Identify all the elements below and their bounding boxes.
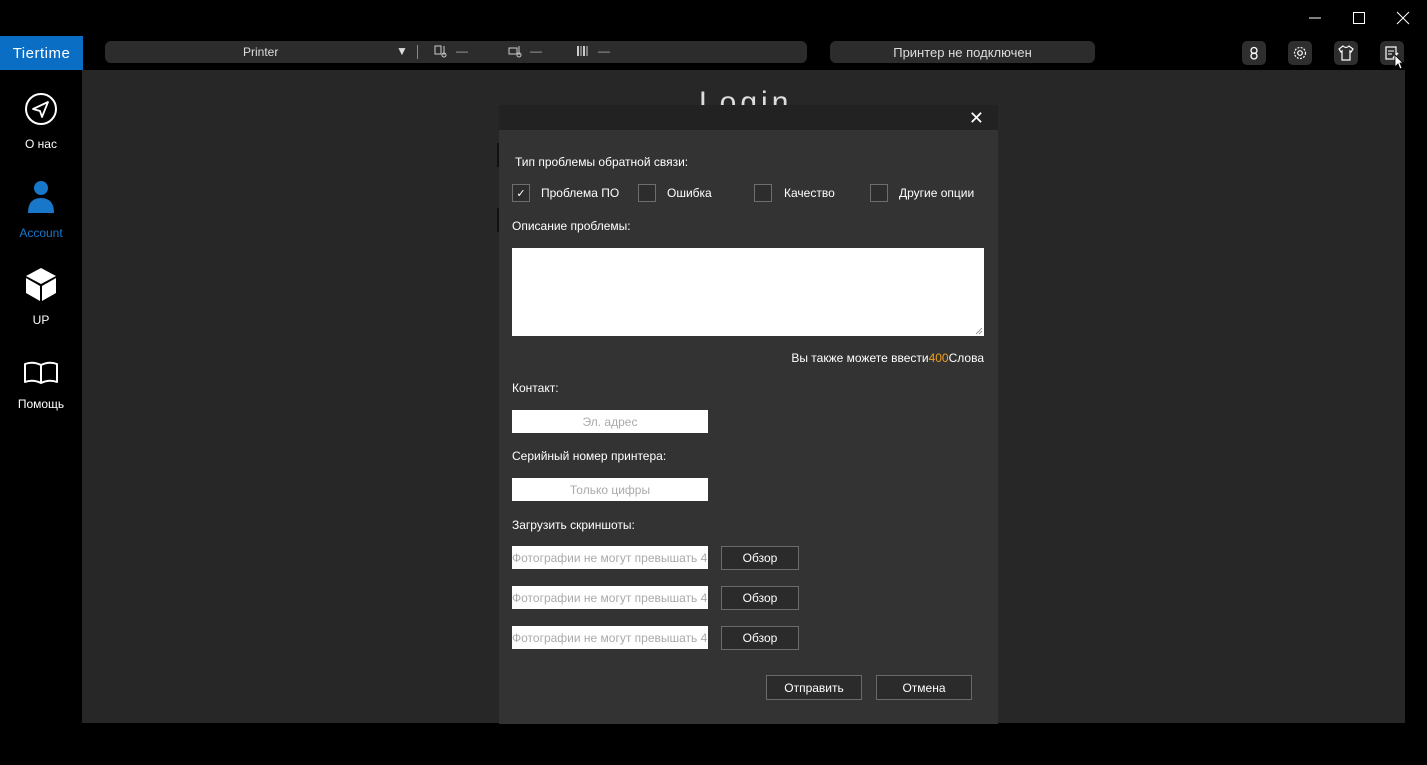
check-icon: ✓	[516, 187, 526, 200]
sidebar-item-label: Помощь	[17, 397, 65, 411]
shirt-icon	[1338, 45, 1354, 61]
printer-selector[interactable]: Printer ▼ — — —	[105, 41, 807, 63]
navigation-arrow-icon	[25, 93, 57, 125]
user-icon	[1250, 46, 1258, 60]
checkbox-label: Другие опции	[899, 186, 975, 200]
sidebar-item-up[interactable]: UP	[0, 266, 82, 327]
user-icon-button[interactable]	[1242, 41, 1266, 65]
feedback-type-label: Тип проблемы обратной связи:	[515, 155, 689, 169]
screenshot-path-field[interactable]: Фотографии не могут превышать 4М	[512, 586, 708, 609]
browse-button[interactable]: Обзор	[721, 546, 799, 570]
cube-icon	[26, 268, 56, 301]
bed-temp: —	[508, 44, 542, 58]
sidebar: О нас Account UP Помощь	[0, 70, 82, 723]
sidebar-item-label: Account	[19, 226, 63, 240]
description-label: Описание проблемы:	[512, 219, 631, 233]
checkbox-software[interactable]: ✓	[512, 184, 530, 202]
app-logo: Tiertime	[0, 36, 83, 70]
browse-button[interactable]: Обзор	[721, 586, 799, 610]
checkbox-label: Проблема ПО	[541, 186, 620, 200]
mouse-cursor-icon	[1394, 54, 1404, 70]
bed-temperature-icon	[508, 46, 522, 58]
serial-label: Серийный номер принтера:	[512, 449, 667, 463]
sidebar-item-label: О нас	[25, 137, 57, 151]
person-icon	[28, 181, 54, 213]
gear-icon	[1293, 46, 1307, 60]
chevron-down-icon[interactable]: ▼	[396, 44, 408, 58]
checkbox-other[interactable]	[870, 184, 888, 202]
skin-button[interactable]	[1334, 41, 1358, 65]
printer-status: Принтер не подключен	[830, 41, 1095, 63]
nozzle-temperature-icon	[434, 45, 447, 58]
book-icon	[24, 361, 58, 384]
sidebar-item-account[interactable]: Account	[0, 179, 82, 240]
serial-number-field[interactable]: Только цифры	[512, 478, 708, 501]
email-field[interactable]: Эл. адрес	[512, 410, 708, 433]
counter-value: 400	[928, 351, 949, 365]
checkbox-quality[interactable]	[754, 184, 772, 202]
maximize-icon[interactable]	[1345, 6, 1373, 30]
cancel-button[interactable]: Отмена	[876, 675, 972, 700]
close-icon[interactable]: ✕	[969, 108, 984, 129]
settings-button[interactable]	[1288, 41, 1312, 65]
feedback-dialog: ✕ Тип проблемы обратной связи: ✓ Проблем…	[499, 105, 998, 724]
sidebar-item-label: UP	[32, 313, 50, 327]
resize-handle-icon[interactable]	[975, 327, 983, 335]
dialog-header: ✕	[499, 105, 998, 130]
checkbox-label: Ошибка	[667, 186, 712, 200]
sidebar-item-about[interactable]: О нас	[0, 92, 82, 151]
close-icon[interactable]	[1389, 6, 1417, 30]
counter-suffix: Слова	[948, 351, 984, 365]
checkbox-label: Качество	[784, 186, 835, 200]
checkbox-error[interactable]	[638, 184, 656, 202]
screenshots-label: Загрузить скриншоты:	[512, 518, 635, 532]
screenshot-path-field[interactable]: Фотографии не могут превышать 4М	[512, 546, 708, 569]
material-value: —	[598, 44, 610, 58]
submit-button[interactable]: Отправить	[766, 675, 862, 700]
screenshot-path-field[interactable]: Фотографии не могут превышать 4М	[512, 626, 708, 649]
nozzle-temp-value: —	[456, 44, 468, 58]
browse-button[interactable]: Обзор	[721, 626, 799, 650]
description-textarea[interactable]	[512, 248, 984, 336]
char-counter: Вы также можете ввести400Слова	[791, 351, 984, 365]
window-titlebar	[0, 0, 1427, 36]
counter-prefix: Вы также можете ввести	[791, 351, 929, 365]
contact-label: Контакт:	[512, 381, 559, 395]
material-icon	[577, 46, 588, 56]
bed-temp-value: —	[530, 44, 542, 58]
nozzle-temp: —	[434, 44, 468, 58]
sidebar-item-help[interactable]: Помощь	[0, 360, 82, 411]
divider	[417, 45, 418, 59]
printer-name: Printer	[243, 45, 279, 59]
minimize-icon[interactable]	[1301, 6, 1329, 30]
material-status: —	[576, 44, 610, 58]
